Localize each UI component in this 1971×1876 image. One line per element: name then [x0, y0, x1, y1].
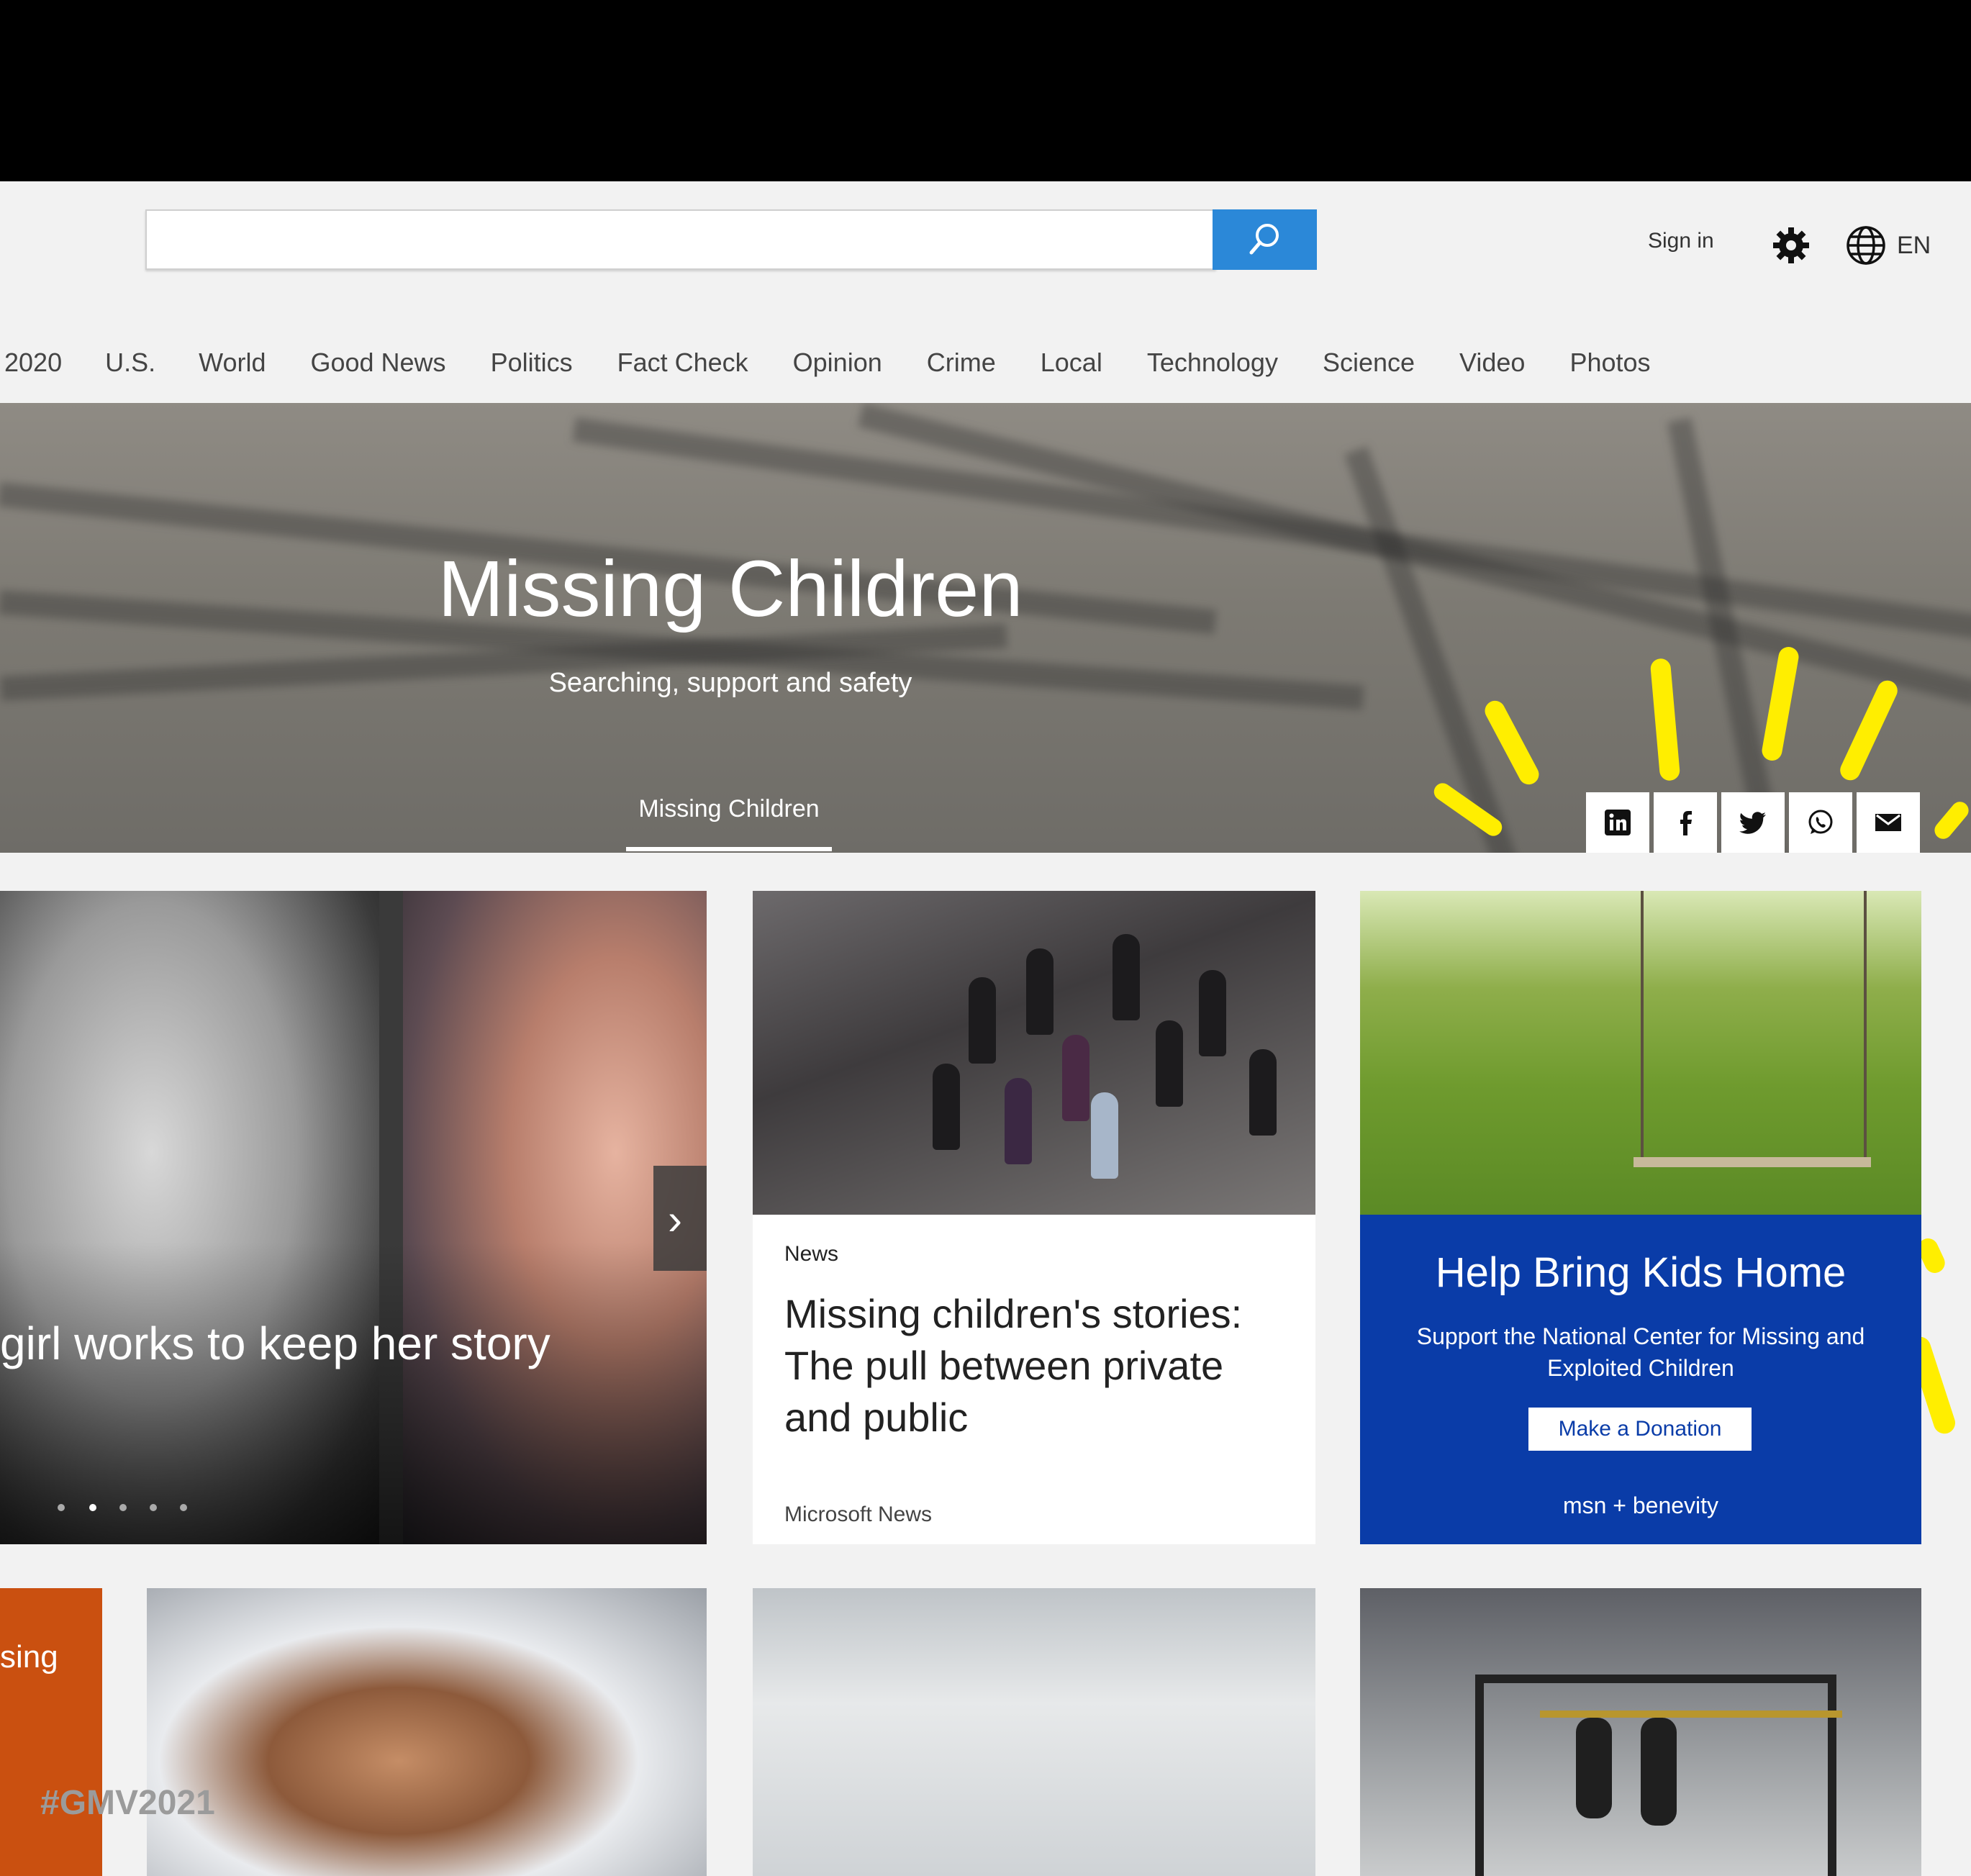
share-twitter-button[interactable] — [1721, 792, 1785, 853]
event-hashtag: #GMV2021 — [40, 1784, 215, 1822]
make-donation-button[interactable]: Make a Donation — [1528, 1408, 1752, 1451]
nav-item-crime[interactable]: Crime — [927, 348, 996, 378]
hero-subtitle: Searching, support and safety — [548, 668, 912, 698]
newborns-photo[interactable] — [753, 1588, 1315, 1876]
nav-item-world[interactable]: World — [199, 348, 266, 378]
featured-carousel[interactable] — [0, 891, 707, 1544]
sign-in-link[interactable]: Sign in — [1648, 229, 1714, 253]
donation-title: Help Bring Kids Home — [1435, 1249, 1847, 1296]
carousel-dot-active[interactable] — [89, 1504, 96, 1511]
whatsapp-icon — [1808, 810, 1833, 834]
linkedin-icon — [1605, 810, 1631, 835]
share-linkedin-button[interactable] — [1586, 792, 1649, 853]
children-photo[interactable] — [147, 1588, 707, 1876]
email-icon — [1875, 814, 1901, 831]
tab-missing-children[interactable]: Missing Children — [626, 795, 832, 823]
search-icon — [1249, 224, 1279, 255]
facebook-icon — [1680, 811, 1692, 835]
nav-item-opinion[interactable]: Opinion — [793, 348, 882, 378]
search-button[interactable] — [1213, 209, 1317, 270]
orange-promo-tile[interactable] — [0, 1588, 102, 1876]
carousel-dot[interactable] — [58, 1504, 65, 1511]
hero-title: Missing Children — [438, 545, 1023, 633]
partner-brand: msn + benevity — [1562, 1492, 1719, 1518]
chevron-right-icon: › — [668, 1195, 682, 1243]
active-tab-indicator — [626, 847, 832, 851]
nav-item-science[interactable]: Science — [1323, 348, 1415, 378]
carousel-next-button[interactable]: › — [653, 1166, 707, 1271]
share-facebook-button[interactable] — [1654, 792, 1717, 853]
share-whatsapp-button[interactable] — [1789, 792, 1852, 853]
language-selector[interactable]: EN — [1897, 232, 1931, 260]
nav-item-fact-check[interactable]: Fact Check — [617, 348, 748, 378]
screen-bezel — [0, 0, 1971, 181]
nav-item-video[interactable]: Video — [1459, 348, 1525, 378]
nav-item-local[interactable]: Local — [1041, 348, 1102, 378]
carousel-headline[interactable]: girl works to keep her story — [0, 1317, 550, 1370]
playground-photo[interactable] — [1360, 1588, 1921, 1876]
carousel-dot[interactable] — [150, 1504, 157, 1511]
search-input[interactable] — [145, 209, 1216, 270]
swing-photo — [1360, 891, 1921, 1215]
category-nav: 2020 U.S. World Good News Politics Fact … — [0, 341, 1651, 384]
news-headline[interactable]: Missing children's stories: The pull bet… — [784, 1288, 1288, 1444]
nav-item-politics[interactable]: Politics — [491, 348, 573, 378]
nav-item-photos[interactable]: Photos — [1569, 348, 1650, 378]
news-source: Microsoft News — [784, 1503, 933, 1526]
news-category-label[interactable]: News — [784, 1242, 838, 1266]
donation-description: Support the National Center for Missing … — [1416, 1323, 1865, 1381]
carousel-dot[interactable] — [180, 1504, 187, 1511]
nav-item-2020[interactable]: 2020 — [4, 348, 62, 378]
twitter-icon — [1739, 812, 1766, 834]
globe-icon[interactable] — [1845, 225, 1887, 270]
orange-tile-text: sing — [0, 1639, 58, 1675]
carousel-dot[interactable] — [119, 1504, 127, 1511]
nav-item-us[interactable]: U.S. — [105, 348, 155, 378]
crowd-photo — [753, 891, 1315, 1215]
nav-item-technology[interactable]: Technology — [1147, 348, 1278, 378]
gear-icon[interactable] — [1770, 225, 1812, 270]
share-email-button[interactable] — [1857, 792, 1920, 853]
nav-item-good-news[interactable]: Good News — [310, 348, 445, 378]
